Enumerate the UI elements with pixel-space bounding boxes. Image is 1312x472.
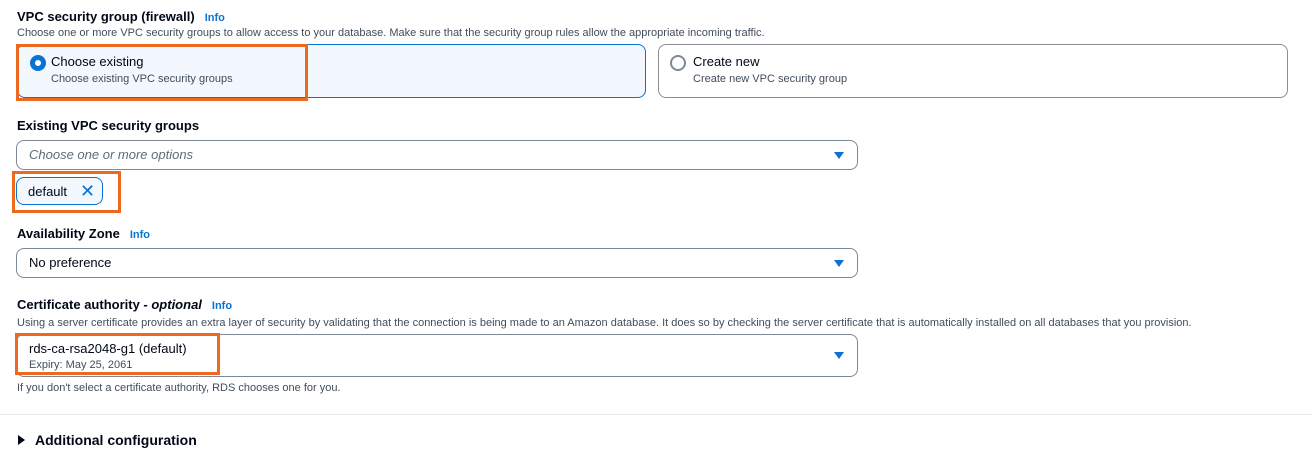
- existing-sg-label: Existing VPC security groups: [17, 118, 200, 133]
- choose-existing-radio[interactable]: [30, 55, 46, 71]
- availability-zone-label: Availability Zone Info: [17, 226, 150, 241]
- availability-zone-value: No preference: [29, 255, 112, 270]
- certificate-authority-label-text: Certificate authority -: [17, 297, 152, 312]
- vpc-security-group-label-text: VPC security group (firewall): [17, 9, 195, 24]
- certificate-authority-select[interactable]: rds-ca-rsa2048-g1 (default) Expiry: May …: [16, 334, 858, 377]
- sg-token-label: default: [28, 184, 68, 199]
- additional-configuration-label: Additional configuration: [35, 432, 197, 448]
- existing-sg-select[interactable]: Choose one or more options: [16, 140, 858, 170]
- caret-down-icon: [834, 260, 844, 267]
- vpc-security-group-info-link[interactable]: Info: [205, 12, 225, 24]
- certificate-authority-value: rds-ca-rsa2048-g1 (default): [29, 341, 187, 356]
- sg-token-default: default ✕: [16, 177, 103, 205]
- certificate-authority-info-link[interactable]: Info: [212, 300, 232, 312]
- caret-down-icon: [834, 152, 844, 159]
- availability-zone-label-text: Availability Zone: [17, 226, 120, 241]
- caret-down-icon: [834, 352, 844, 359]
- certificate-authority-description: Using a server certificate provides an e…: [17, 317, 1192, 329]
- close-icon[interactable]: ✕: [80, 182, 95, 200]
- availability-zone-info-link[interactable]: Info: [130, 229, 150, 241]
- section-divider: [0, 414, 1312, 415]
- certificate-authority-optional: optional: [151, 297, 202, 312]
- vpc-security-group-description: Choose one or more VPC security groups t…: [17, 27, 765, 39]
- create-new-title: Create new: [693, 54, 760, 69]
- existing-sg-placeholder: Choose one or more options: [29, 147, 194, 162]
- create-new-subtitle: Create new VPC security group: [693, 73, 848, 85]
- caret-right-icon: [18, 435, 25, 445]
- choose-existing-tile[interactable]: Choose existing Choose existing VPC secu…: [17, 44, 646, 98]
- certificate-authority-label: Certificate authority - optional Info: [17, 297, 232, 312]
- certificate-authority-expiry: Expiry: May 25, 2061: [29, 359, 133, 371]
- vpc-security-group-label: VPC security group (firewall) Info: [17, 9, 225, 24]
- create-new-tile[interactable]: Create new Create new VPC security group: [658, 44, 1288, 98]
- additional-configuration-toggle[interactable]: Additional configuration: [18, 432, 197, 448]
- certificate-authority-hint: If you don't select a certificate author…: [17, 382, 341, 394]
- create-new-radio[interactable]: [670, 55, 686, 71]
- choose-existing-subtitle: Choose existing VPC security groups: [51, 73, 233, 85]
- choose-existing-title: Choose existing: [51, 54, 144, 69]
- availability-zone-select[interactable]: No preference: [16, 248, 858, 278]
